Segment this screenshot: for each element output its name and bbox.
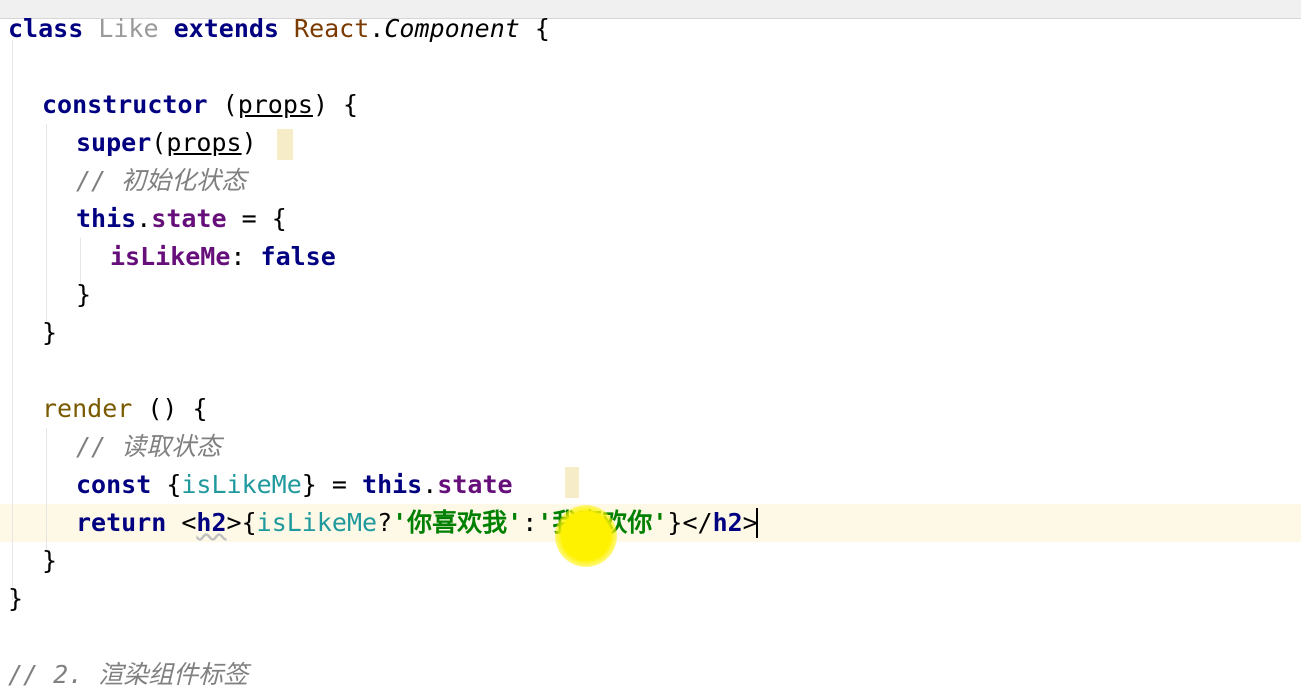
code-line-15[interactable]: // 2. 渲染组件标签 [8,656,248,694]
code-line-13[interactable]: } [42,542,57,580]
keyword-false: false [260,242,336,271]
indent-guide [46,124,47,324]
indent-guide [46,428,47,552]
paren-open: ( [151,128,167,157]
assign-brace: = { [226,204,287,233]
open-brace: { [519,14,550,43]
string-you-like-me: '你喜欢我' [392,508,523,537]
keyword-const: const [76,470,152,499]
bracket-match-highlight [565,467,579,498]
ternary-colon: : [522,508,538,537]
keyword-class: class [8,14,84,43]
parens-brace: () { [132,394,208,423]
ternary-question: ? [377,508,393,537]
keyword-this: this [76,204,137,233]
paren-open: ( [207,90,238,119]
property-state: state [151,204,227,233]
indent-guide [12,40,13,600]
code-line-11[interactable]: const {isLikeMe} = this.state [76,466,513,504]
identifier-islikeme: isLikeMe [256,508,378,537]
keyword-return: return [76,508,167,537]
tag-open-bracket: < [166,508,197,537]
dot: . [422,470,438,499]
brace-assign: } = [301,470,363,499]
code-line-2[interactable]: constructor (props) { [42,86,358,124]
keyword-super: super [76,128,152,157]
code-line-9[interactable]: render () { [42,390,208,428]
property-islikeme: isLikeMe [110,242,231,271]
identifier-islikeme: isLikeMe [181,470,302,499]
react-identifier: React [294,14,370,43]
mouse-pointer-highlight [555,505,617,567]
keyword-this: this [362,470,423,499]
code-line-1[interactable]: class Like extends React.Component { [8,10,550,48]
code-editor[interactable]: class Like extends React.Component { con… [0,0,1301,699]
text-caret [756,508,758,538]
method-render: render [42,394,133,423]
paren-close-brace: ) { [312,90,359,119]
code-line-7[interactable]: } [76,276,91,314]
class-name: Like [98,14,159,43]
code-line-3[interactable]: super(props) [76,124,257,162]
component-identifier: Component [384,14,520,43]
keyword-extends: extends [173,14,279,43]
tag-close-brace: >{ [226,508,257,537]
code-line-10[interactable]: // 读取状态 [76,428,221,466]
tag-h2-open: h2 [196,508,227,537]
brace-open: { [151,470,182,499]
code-line-12[interactable]: return <h2>{isLikeMe?'你喜欢我':'我喜欢你'}</h2> [76,504,758,542]
code-line-8[interactable]: } [42,314,57,352]
colon: : [230,242,261,271]
paren-close: ) [241,128,257,157]
dot: . [136,204,152,233]
keyword-constructor: constructor [42,90,208,119]
arg-props: props [166,128,242,157]
code-line-4[interactable]: // 初始化状态 [76,162,246,200]
brace-close-tag: }</ [667,508,713,537]
code-line-14[interactable]: } [8,580,23,618]
dot: . [369,14,385,43]
tag-h2-close: h2 [712,508,743,537]
code-line-5[interactable]: this.state = { [76,200,287,238]
bracket-match-highlight [277,129,293,160]
code-line-6[interactable]: isLikeMe: false [110,238,336,276]
param-props: props [237,90,313,119]
property-state: state [437,470,513,499]
